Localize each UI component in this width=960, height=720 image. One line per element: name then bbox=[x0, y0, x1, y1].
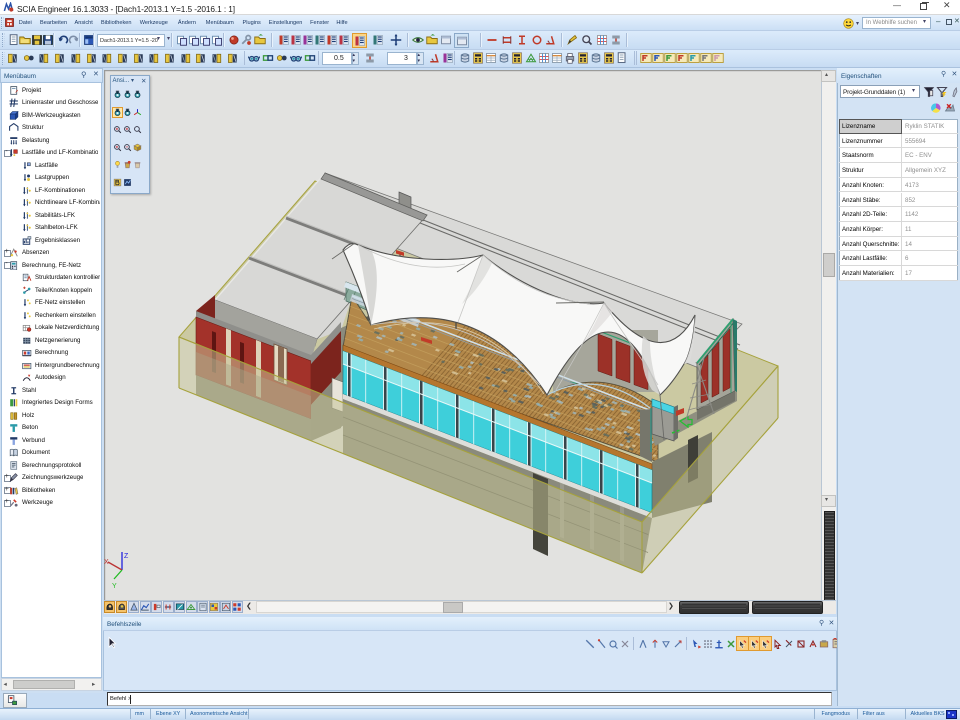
svg-text:Z: Z bbox=[124, 553, 129, 560]
svg-text:Y: Y bbox=[112, 583, 117, 590]
svg-text:X: X bbox=[104, 559, 109, 566]
